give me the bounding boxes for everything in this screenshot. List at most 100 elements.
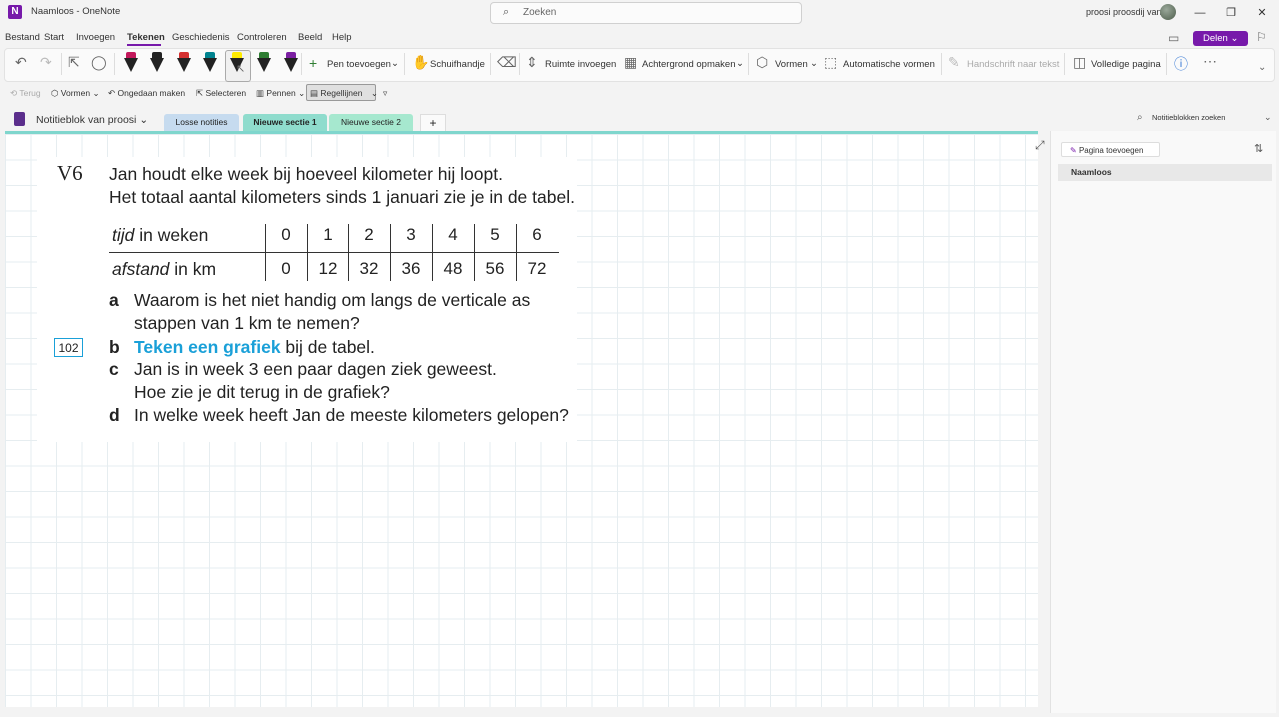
notebook-selector[interactable]: Notitieblok van proosi ⌄ [36, 114, 148, 126]
chevron-down-icon: ⌄ [139, 114, 149, 126]
chevron-down-icon[interactable]: ⌄ [810, 58, 818, 69]
question-d-letter: d [109, 405, 120, 425]
plus-icon: + [309, 55, 318, 71]
back-button[interactable]: ⟲ Terug [10, 88, 41, 99]
ink-to-text-button[interactable]: Handschrift naar tekst [967, 59, 1059, 70]
notebook-panel-icon[interactable]: ▭ [1168, 31, 1179, 45]
table-cell: 72 [527, 259, 547, 278]
table-cell: 56 [485, 259, 505, 278]
table-cell: 48 [443, 259, 463, 278]
full-page-icon: ◫ [1073, 54, 1087, 70]
share-label: Delen [1203, 33, 1228, 44]
pen-tip [203, 58, 217, 72]
menu-invoegen[interactable]: Invoegen [76, 32, 115, 43]
exercise-number: V6 [57, 161, 83, 185]
pen-6[interactable] [257, 52, 271, 74]
sort-icon[interactable]: ⇅ [1254, 142, 1263, 155]
chevron-down-icon[interactable]: ⌄ [736, 58, 744, 69]
reference-box: 102 [54, 338, 83, 357]
menu-help[interactable]: Help [332, 32, 352, 43]
question-b: Teken een grafiek bij de tabel. [134, 337, 375, 358]
page-list-item[interactable]: Naamloos [1058, 164, 1272, 181]
expand-icon[interactable]: ⤢ [1035, 138, 1045, 153]
menu-start[interactable]: Start [44, 32, 64, 43]
row1-label-rest: in weken [134, 225, 209, 245]
menu-controleren[interactable]: Controleren [237, 32, 287, 43]
share-button[interactable]: Delen ⌄ [1193, 31, 1248, 46]
rule-lines-button[interactable]: ▤ Regellijnen ⌄ [310, 88, 378, 99]
question-b-rest: bij de tabel. [280, 337, 375, 357]
menu-geschiedenis[interactable]: Geschiedenis [172, 32, 230, 43]
restore-icon[interactable]: ❐ [1219, 4, 1243, 22]
search-box[interactable]: ⌕ Zoeken [490, 2, 802, 24]
row2-label-italic: afstand [112, 259, 170, 279]
pens-label: Pennen [266, 88, 296, 98]
menu-bestand[interactable]: Bestand [5, 32, 40, 43]
pens-button[interactable]: ▥ Pennen ⌄ [256, 88, 305, 99]
chevron-down-icon[interactable]: ⌄ [1264, 112, 1272, 123]
add-section-button[interactable]: + [420, 114, 446, 131]
section-tab-1[interactable]: Losse notities [164, 114, 239, 131]
pages-panel [1050, 131, 1276, 713]
format-background-button[interactable]: Achtergrond opmaken [642, 59, 735, 70]
full-page-button[interactable]: Volledige pagina [1091, 59, 1161, 70]
add-pen-button[interactable]: Pen toevoegen [327, 59, 391, 70]
add-page-button[interactable]: ✎ Pagina toevoegen [1061, 142, 1160, 157]
menu-tekenen[interactable]: Tekenen [127, 32, 165, 43]
back-label: Terug [19, 88, 41, 98]
question-a-line-2: stappen van 1 km te nemen? [134, 313, 360, 333]
row2-label-rest: in km [169, 259, 217, 279]
auto-shapes-button[interactable]: Automatische vormen [843, 59, 935, 70]
customize-toolbar-icon[interactable]: ▿ [383, 88, 387, 99]
question-d-line-1: In welke week heeft Jan de meeste kilome… [134, 405, 569, 425]
section-tab-3[interactable]: Nieuwe sectie 2 [329, 114, 413, 131]
undo-button[interactable]: ↶ Ongedaan maken [108, 88, 185, 99]
table-cell: 4 [448, 225, 458, 244]
undo-label: Ongedaan maken [117, 88, 186, 98]
auto-shapes-icon: ⬚ [824, 54, 838, 70]
section-tab-2[interactable]: Nieuwe sectie 1 [243, 114, 327, 131]
pen-1[interactable] [124, 52, 138, 74]
pen-7[interactable] [284, 52, 298, 74]
pen-4[interactable] [203, 52, 217, 74]
question-c-line-1: Jan is in week 3 een paar dagen ziek gew… [134, 359, 497, 379]
pen-3[interactable] [177, 52, 191, 74]
mouse-cursor-icon: ↖ [236, 63, 246, 75]
lasso-select-icon[interactable]: ◯ [91, 54, 107, 71]
minimize-icon[interactable]: — [1188, 4, 1212, 22]
collapse-ribbon-icon[interactable]: ⌄ [1258, 62, 1266, 73]
ribbon-divider [1166, 53, 1167, 75]
help-icon[interactable]: ⓘ [1174, 54, 1188, 74]
table-cell: 0 [281, 259, 291, 278]
user-name[interactable]: proosi proosdij van [1086, 7, 1162, 17]
menu-beeld[interactable]: Beeld [298, 32, 322, 43]
eraser-icon[interactable]: ⌫ [497, 54, 517, 71]
shapes-button[interactable]: Vormen [775, 59, 808, 70]
undo-icon[interactable]: ↶ [15, 54, 27, 71]
qa-shapes-label: Vormen [60, 88, 91, 98]
avatar[interactable] [1160, 4, 1176, 20]
insert-space-button[interactable]: Ruimte invoegen [545, 59, 616, 70]
chevron-down-icon[interactable]: ⌄ [391, 58, 399, 69]
qa-shapes-button[interactable]: ⬡ Vormen ⌄ [51, 88, 100, 99]
row1-label-italic: tijd [112, 225, 135, 245]
window-title: Naamloos - OneNote [31, 6, 121, 17]
question-a-letter: a [109, 290, 119, 310]
more-options-icon[interactable]: ⋯ [1203, 53, 1217, 70]
close-icon[interactable]: ✕ [1250, 4, 1274, 22]
table-cell: 6 [532, 225, 542, 244]
intro-line-1: Jan houdt elke week bij hoeveel kilomete… [109, 164, 503, 184]
table-cell: 32 [359, 259, 379, 278]
pen-2[interactable] [150, 52, 164, 74]
ribbon-divider [301, 53, 302, 75]
select-button[interactable]: ⇱ Selecteren [196, 88, 246, 99]
feedback-icon[interactable]: ⚐ [1256, 30, 1267, 44]
notebook-search-input[interactable]: Notitieblokken zoeken [1152, 113, 1225, 122]
table-cell: 1 [323, 225, 333, 244]
select-cursor-icon[interactable]: ⇱ [68, 54, 80, 71]
redo-icon[interactable]: ↷ [40, 54, 52, 71]
hand-button[interactable]: Schuifhandje [430, 59, 485, 70]
ink-to-text-icon: ✎ [948, 54, 960, 70]
ribbon-divider [61, 53, 62, 75]
intro-line-2: Het totaal aantal kilometers sinds 1 jan… [109, 187, 575, 207]
